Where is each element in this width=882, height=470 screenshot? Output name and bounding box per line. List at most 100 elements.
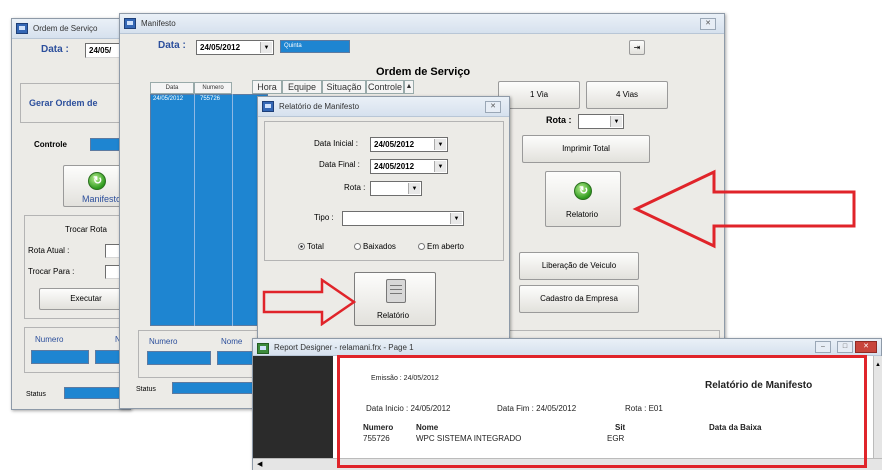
close-icon[interactable]: ✕ xyxy=(855,341,877,353)
ordem-servico-heading: Ordem de Serviço xyxy=(376,66,471,78)
vertical-scrollbar[interactable]: ▲ xyxy=(873,356,882,458)
liberacao-veiculo-button[interactable]: Liberação de Veiculo xyxy=(519,252,639,280)
report-icon xyxy=(257,343,269,354)
nome-field[interactable] xyxy=(217,351,257,365)
relatorio-button[interactable]: Relatorio xyxy=(545,171,621,227)
arrow-left-annotation xyxy=(632,169,856,249)
grid-body[interactable] xyxy=(150,94,268,326)
cadastro-empresa-button[interactable]: Cadastro da Empresa xyxy=(519,285,639,313)
radio-total[interactable]: Total xyxy=(298,242,324,251)
trocar-rota-heading: Trocar Rota xyxy=(65,225,107,234)
minimize-icon[interactable]: – xyxy=(815,341,831,353)
dialog-title: Relatório de Manifesto xyxy=(279,102,360,111)
status-field xyxy=(172,382,264,394)
grid-header-data[interactable]: Data xyxy=(150,82,194,94)
grid-header-hora[interactable]: Hora xyxy=(252,80,282,94)
scroll-left-icon[interactable]: ◀ xyxy=(257,460,262,468)
relatorio-label: Relatorio xyxy=(566,210,599,219)
1via-button[interactable]: 1 Via xyxy=(498,81,580,109)
radio-baixados[interactable]: Baixados xyxy=(354,242,396,251)
grid-header-numero[interactable]: Numero xyxy=(194,82,232,94)
data-final-field[interactable]: 24/05/2012 ▼ xyxy=(370,159,448,174)
rota-combo[interactable]: ▼ xyxy=(370,181,422,196)
data-label: Data : xyxy=(158,40,186,51)
app-icon xyxy=(124,18,136,29)
controle-label: Controle xyxy=(34,140,67,149)
chevron-down-icon[interactable]: ▼ xyxy=(434,139,446,150)
grid-cell-data[interactable]: 24/05/2012 xyxy=(153,96,183,102)
day-value: Quinta xyxy=(284,43,302,49)
radio-em-aberto[interactable]: Em aberto xyxy=(418,242,464,251)
data-value: 24/05/2012 xyxy=(200,43,241,52)
tipo-label: Tipo : xyxy=(314,213,334,222)
4vias-button[interactable]: 4 Vias xyxy=(586,81,668,109)
grid-header-situacao[interactable]: Situação xyxy=(322,80,366,94)
numero-field[interactable] xyxy=(147,351,211,365)
bottom-panel: Numero N xyxy=(24,327,133,373)
highlight-box xyxy=(337,355,867,468)
chevron-down-icon[interactable]: ▼ xyxy=(610,116,622,127)
radio-icon xyxy=(418,243,425,250)
numero-label: Numero xyxy=(149,337,178,346)
rota-label: Rota : xyxy=(546,115,572,125)
relatorio-titlebar[interactable]: Relatório de Manifesto ✕ xyxy=(258,97,509,117)
grid-cell-numero[interactable]: 755726 xyxy=(200,96,220,102)
imprimir-total-button[interactable]: Imprimir Total xyxy=(522,135,650,163)
numero-field[interactable] xyxy=(31,350,89,364)
app-icon xyxy=(16,23,28,34)
data-inicial-field[interactable]: 24/05/2012 ▼ xyxy=(370,137,448,152)
preview-dark-area xyxy=(253,356,333,458)
document-icon xyxy=(386,279,406,303)
grid-header-controle[interactable]: Controle xyxy=(366,80,404,94)
manifesto-button-label: Manifesto xyxy=(82,194,122,204)
chevron-down-icon[interactable]: ▼ xyxy=(408,183,420,194)
exit-icon: ⇥ xyxy=(633,43,641,52)
radio-icon xyxy=(354,243,361,250)
data-final-value: 24/05/2012 xyxy=(374,162,415,171)
gerar-panel: Gerar Ordem de xyxy=(20,83,132,123)
nome-label: Nome xyxy=(221,337,243,346)
close-icon[interactable]: ✕ xyxy=(485,101,501,113)
window-title: Report Designer - relamani.frx - Page 1 xyxy=(274,343,414,352)
maximize-icon[interactable]: □ xyxy=(837,341,853,353)
data-inicial-label: Data Inicial : xyxy=(314,139,359,148)
rota-atual-label: Rota Atual : xyxy=(28,246,70,255)
refresh-icon xyxy=(88,172,106,190)
rota-combo[interactable]: ▼ xyxy=(578,114,624,129)
status-label: Status xyxy=(26,391,46,398)
gerar-ordem-label[interactable]: Gerar Ordem de xyxy=(29,98,98,108)
radio-total-label: Total xyxy=(307,242,324,251)
grid-header-equipe[interactable]: Equipe xyxy=(282,80,322,94)
report-designer-titlebar[interactable]: Report Designer - relamani.frx - Page 1 … xyxy=(253,339,881,356)
ordem-servico-window: Ordem de Serviço Data : 24/05/ Gerar Ord… xyxy=(11,18,133,410)
arrow-right-annotation xyxy=(262,278,357,326)
1via-label: 1 Via xyxy=(529,90,549,99)
exit-button[interactable]: ⇥ xyxy=(629,40,645,55)
scroll-up-icon[interactable]: ▲ xyxy=(875,362,881,368)
manifesto-titlebar[interactable]: Manifesto ✕ xyxy=(120,14,724,34)
ordem-servico-titlebar[interactable]: Ordem de Serviço xyxy=(12,19,130,39)
chevron-down-icon[interactable]: ▼ xyxy=(450,213,462,224)
refresh-icon xyxy=(574,182,592,200)
close-icon[interactable]: ✕ xyxy=(700,18,716,30)
radio-baixados-label: Baixados xyxy=(363,242,396,251)
data-field[interactable]: 24/05/2012 ▼ xyxy=(196,40,274,55)
relatorio-dialog-button[interactable]: Relatório xyxy=(354,272,436,326)
imprimir-total-label: Imprimir Total xyxy=(562,144,610,153)
cadastro-empresa-label: Cadastro da Empresa xyxy=(540,294,618,303)
chevron-down-icon[interactable]: ▼ xyxy=(260,42,272,53)
tipo-combo[interactable]: ▼ xyxy=(342,211,464,226)
radio-em-aberto-label: Em aberto xyxy=(427,242,464,251)
grid-scroll-up[interactable]: ▲ xyxy=(404,80,414,94)
data-inicial-value: 24/05/2012 xyxy=(374,140,415,149)
4vias-label: 4 Vias xyxy=(615,90,639,99)
window-title: Ordem de Serviço xyxy=(33,24,98,33)
chevron-down-icon[interactable]: ▼ xyxy=(434,161,446,172)
data-label: Data : xyxy=(41,44,69,55)
grid-column-divider xyxy=(194,94,195,326)
liberacao-veiculo-label: Liberação de Veiculo xyxy=(541,261,617,270)
numero-label: Numero xyxy=(35,335,64,344)
data-final-label: Data Final : xyxy=(319,160,360,169)
trocar-rota-panel: Trocar Rota Rota Atual : Trocar Para : E… xyxy=(24,215,133,319)
grid-column-divider xyxy=(232,94,233,326)
